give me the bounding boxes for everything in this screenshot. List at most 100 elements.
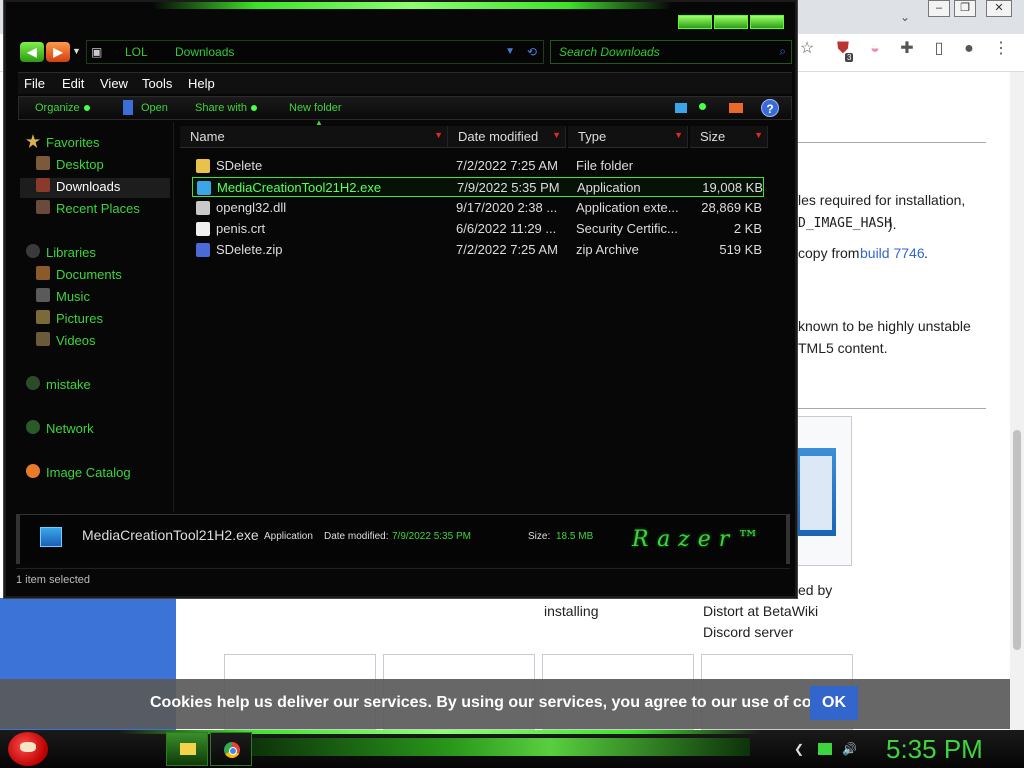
file-row[interactable]: penis.crt 6/6/2022 11:29 ... Security Ce… xyxy=(192,219,764,239)
puzzle-icon[interactable]: ✚ xyxy=(896,38,918,60)
share-with-label: Share with xyxy=(195,102,247,114)
cookie-text: Cookies help us deliver our services. By… xyxy=(150,694,857,711)
explorer-window: ◀ ▶ ▼ ▣ LOL Downloads ▼ ⟲ ⌕ File Edit Vi… xyxy=(4,0,797,598)
address-bar[interactable]: ▣ LOL Downloads ▼ ⟲ xyxy=(86,40,544,64)
file-row[interactable]: SDelete.zip 7/2/2022 7:25 AM zip Archive… xyxy=(192,240,764,260)
minimize-button[interactable] xyxy=(678,15,712,29)
recent-places-icon xyxy=(36,200,50,214)
navigation-pane: Favorites Desktop Downloads Recent Place… xyxy=(16,122,174,512)
nav-downloads[interactable]: Downloads xyxy=(20,178,170,198)
taskbar-explorer-button[interactable] xyxy=(166,732,208,766)
caption-text: installing xyxy=(544,603,599,619)
nav-music[interactable]: Music xyxy=(36,288,186,308)
open-icon xyxy=(123,100,133,115)
menu-view[interactable]: View xyxy=(100,76,128,91)
tab-search-chevron-icon[interactable]: ⌄ xyxy=(894,6,916,28)
detail-date-label: Date modified: xyxy=(324,531,389,542)
nav-mistake[interactable]: mistake xyxy=(26,376,176,396)
forward-button[interactable]: ▶ xyxy=(46,42,70,62)
file-list: ▲ Name ▼ Date modified ▼ Type ▼ Size ▼ SDele… xyxy=(180,118,792,512)
clock[interactable]: 5:35 PM xyxy=(886,734,983,765)
maximize-button[interactable] xyxy=(714,15,748,29)
minimize-icon[interactable]: – xyxy=(928,0,950,17)
folder-icon xyxy=(196,159,210,173)
chevron-down-icon[interactable]: ▼ xyxy=(505,46,515,57)
profile-icon[interactable]: ● xyxy=(958,38,980,60)
share-with-button[interactable]: Share with xyxy=(195,102,257,114)
column-dropdown-icon[interactable]: ▼ xyxy=(754,130,763,140)
file-row[interactable]: MediaCreationTool21H2.exe 7/9/2022 5:35 … xyxy=(192,177,764,197)
menu-edit[interactable]: Edit xyxy=(62,76,84,91)
tray-arrow-icon[interactable]: ❮ xyxy=(792,742,806,756)
sidebar-icon[interactable]: ▯ xyxy=(928,38,950,60)
window-controls xyxy=(678,15,784,29)
search-box[interactable]: ⌕ xyxy=(550,40,792,64)
cookie-ok-button[interactable]: OK xyxy=(810,686,858,720)
file-row[interactable]: opengl32.dll 9/17/2020 2:38 ... Applicat… xyxy=(192,198,764,218)
star-icon[interactable]: ☆ xyxy=(796,38,818,60)
start-button[interactable] xyxy=(8,732,48,766)
file-row[interactable]: SDelete 7/2/2022 7:25 AM File folder xyxy=(192,156,764,176)
detail-date-value: 7/9/2022 5:35 PM xyxy=(392,531,471,542)
nav-favorites[interactable]: Favorites xyxy=(26,134,176,154)
volume-icon[interactable]: 🔊 xyxy=(842,742,857,756)
preview-pane-icon[interactable] xyxy=(729,103,743,113)
organize-button[interactable]: Organize xyxy=(35,102,90,114)
menu-tools[interactable]: Tools xyxy=(142,76,172,91)
nav-videos[interactable]: Videos xyxy=(36,332,186,352)
caption-text: Distort at BetaWiki xyxy=(703,603,819,619)
organize-label: Organize xyxy=(35,102,80,114)
change-view-icon[interactable] xyxy=(675,103,687,113)
open-button[interactable]: Open xyxy=(141,102,168,114)
nav-desktop[interactable]: Desktop xyxy=(36,156,186,176)
scrollbar-thumb[interactable] xyxy=(1013,430,1021,650)
nav-recent-places[interactable]: Recent Places xyxy=(36,200,186,220)
search-icon[interactable]: ⌕ xyxy=(779,44,786,59)
taskbar: ❮ 🔊 5:35 PM xyxy=(0,730,1024,768)
menu-icon[interactable]: ⋮ xyxy=(990,38,1012,60)
back-button[interactable]: ◀ xyxy=(20,42,44,62)
help-icon[interactable]: ? xyxy=(761,99,779,117)
column-size[interactable]: Size ▼ xyxy=(690,126,768,148)
column-name[interactable]: Name ▼ xyxy=(180,126,448,148)
menu-help[interactable]: Help xyxy=(188,76,215,91)
browser-scrollbar[interactable] xyxy=(1010,72,1024,730)
thumbnail-image[interactable] xyxy=(796,448,836,536)
refresh-icon[interactable]: ⟲ xyxy=(527,45,537,59)
nav-pictures[interactable]: Pictures xyxy=(36,310,186,330)
network-tray-icon[interactable] xyxy=(818,743,832,755)
dll-file-icon xyxy=(196,201,210,215)
star-icon xyxy=(26,134,40,148)
view-options-icon[interactable] xyxy=(699,103,706,110)
restore-icon[interactable]: ❐ xyxy=(954,0,976,17)
column-dropdown-icon[interactable]: ▼ xyxy=(552,130,561,140)
close-button[interactable] xyxy=(750,15,784,29)
breadcrumb-lol[interactable]: LOL xyxy=(125,45,148,59)
close-icon[interactable]: ✕ xyxy=(986,0,1012,17)
flag-extension-icon[interactable]: ◒ xyxy=(864,38,886,60)
downloads-icon xyxy=(36,178,50,192)
application-icon xyxy=(197,181,211,195)
build-link[interactable]: build 7746 xyxy=(860,245,925,261)
certificate-icon xyxy=(196,222,210,236)
new-folder-button[interactable]: New folder xyxy=(289,102,342,114)
image-catalog-icon xyxy=(26,464,40,478)
column-date-modified[interactable]: Date modified ▼ xyxy=(448,126,566,148)
menu-file[interactable]: File xyxy=(24,76,45,91)
history-dropdown-icon[interactable]: ▼ xyxy=(72,46,81,56)
nav-libraries[interactable]: Libraries xyxy=(26,244,176,264)
breadcrumb-downloads[interactable]: Downloads xyxy=(175,45,234,59)
article-text: les required for installation, xyxy=(798,192,966,208)
homegroup-icon xyxy=(26,376,40,390)
search-input[interactable] xyxy=(559,44,769,60)
nav-image-catalog[interactable]: Image Catalog xyxy=(26,464,176,484)
taskbar-chrome-button[interactable] xyxy=(210,732,252,766)
article-text: known to be highly unstable xyxy=(798,318,971,334)
music-icon xyxy=(36,288,50,302)
column-dropdown-icon[interactable]: ▼ xyxy=(434,130,443,140)
column-dropdown-icon[interactable]: ▼ xyxy=(674,130,683,140)
nav-network[interactable]: Network xyxy=(26,420,176,440)
column-type[interactable]: Type ▼ xyxy=(568,126,688,148)
nav-documents[interactable]: Documents xyxy=(36,266,186,286)
application-icon xyxy=(40,527,62,547)
